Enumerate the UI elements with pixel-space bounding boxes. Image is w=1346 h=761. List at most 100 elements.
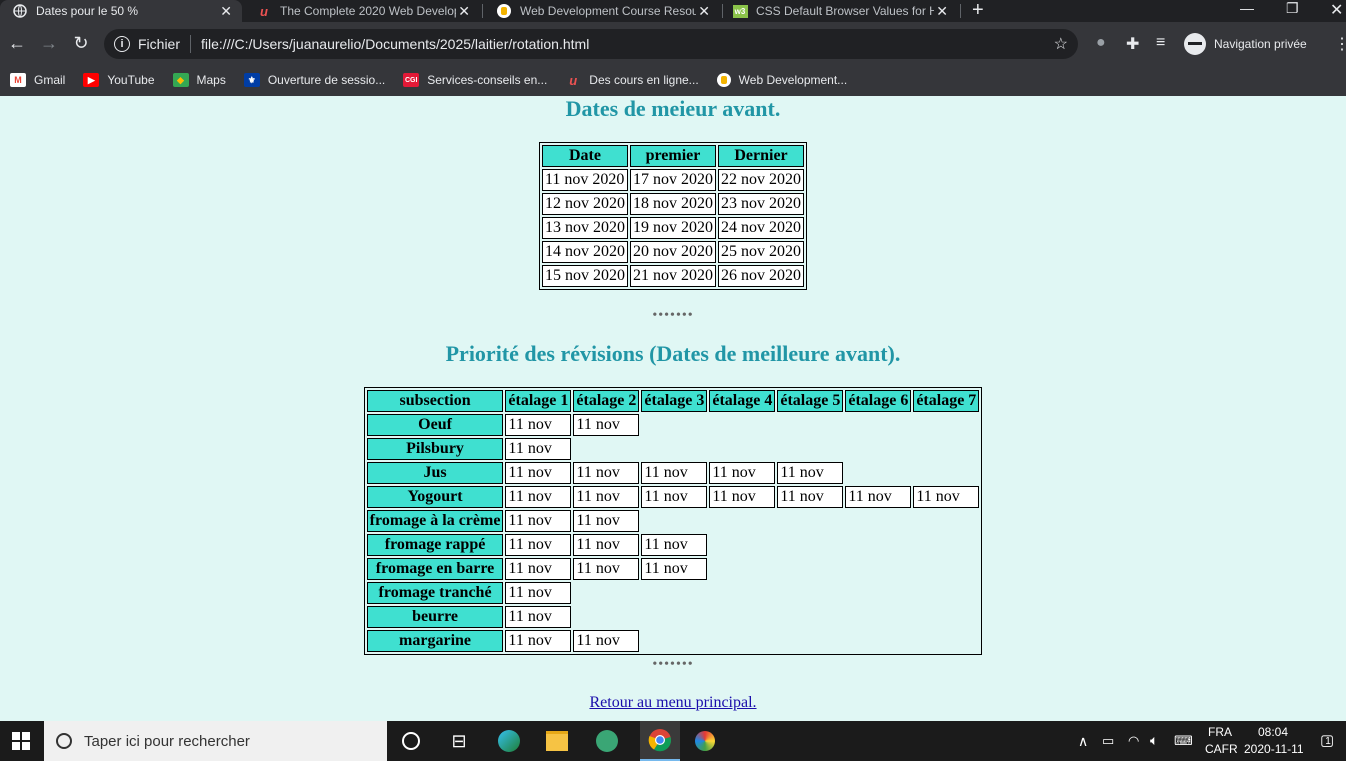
- table-row: 15 nov 2020 21 nov 2020 26 nov 2020: [542, 265, 804, 287]
- bookmark-ouverture[interactable]: ⚜ Ouverture de sessio...: [243, 73, 386, 87]
- empty-cell: [913, 534, 979, 556]
- bookmark-gmail[interactable]: M Gmail: [10, 73, 65, 87]
- empty-cell: [913, 510, 979, 532]
- table-cell: 15 nov 2020: [542, 265, 628, 287]
- language-bottom[interactable]: CAFR: [1205, 742, 1238, 756]
- language-top[interactable]: FRA: [1208, 725, 1232, 739]
- bookmark-youtube[interactable]: ▶ YouTube: [83, 73, 155, 87]
- close-icon[interactable]: ✕: [458, 3, 470, 20]
- row-header: fromage tranché: [366, 582, 504, 604]
- back-arrow-icon[interactable]: ←: [6, 32, 28, 54]
- bookmark-maps[interactable]: ◆ Maps: [172, 73, 226, 87]
- tab-dates[interactable]: Dates pour le 50 % ✕: [0, 0, 242, 22]
- table-cell: 11 nov: [505, 510, 572, 532]
- empty-cell: [845, 606, 911, 628]
- table-cell: 22 nov 2020: [718, 169, 804, 191]
- table-header-row: Date premier Dernier: [542, 145, 804, 167]
- back-to-menu-link[interactable]: Retour au menu principal.: [589, 694, 756, 711]
- appbrewery-icon: [716, 73, 731, 87]
- volume-icon[interactable]: 🔈︎: [1150, 732, 1158, 749]
- notification-icon[interactable]: ▢1: [1320, 731, 1340, 749]
- taskbar-search-box[interactable]: Taper ici pour rechercher: [44, 721, 387, 761]
- battery-icon[interactable]: ▭: [1102, 733, 1114, 749]
- table-row: fromage tranché 11 nov: [366, 582, 980, 604]
- close-icon[interactable]: ✕: [698, 3, 710, 20]
- tab-web-dev-resources[interactable]: Web Development Course Resou ✕: [484, 0, 720, 22]
- bookmark-services[interactable]: CGI Services-conseils en...: [403, 73, 547, 87]
- table-row: 12 nov 2020 18 nov 2020 23 nov 2020: [542, 193, 804, 215]
- empty-cell: [913, 606, 979, 628]
- table-cell: 20 nov 2020: [630, 241, 716, 263]
- puzzle-extensions-icon[interactable]: ✚: [1126, 34, 1139, 54]
- atom-icon[interactable]: [594, 728, 620, 754]
- media-queue-icon[interactable]: ≡: [1156, 34, 1165, 52]
- clock-date[interactable]: 2020-11-11: [1244, 742, 1304, 756]
- bookmark-cours[interactable]: u Des cours en ligne...: [565, 73, 698, 88]
- edge-icon[interactable]: [496, 728, 522, 754]
- windows-start-icon[interactable]: [8, 728, 34, 754]
- empty-cell: [845, 558, 911, 580]
- incognito-indicator[interactable]: Navigation privée: [1184, 31, 1307, 57]
- empty-cell: [709, 534, 775, 556]
- priorities-table: subsection étalage 1 étalage 2 étalage 3 éta…: [363, 387, 983, 655]
- close-icon[interactable]: ✕: [936, 3, 948, 20]
- udemy-icon: u: [260, 3, 268, 19]
- empty-cell: [573, 606, 639, 628]
- chrome-icon[interactable]: [640, 721, 680, 761]
- column-header: étalage 2: [573, 390, 640, 412]
- column-header: étalage 7: [913, 390, 980, 412]
- bookmark-star-icon[interactable]: ☆: [1054, 34, 1068, 54]
- task-view-icon[interactable]: ⊟: [446, 728, 472, 754]
- url-text[interactable]: file:///C:/Users/juanaurelio/Documents/2…: [201, 36, 589, 52]
- forward-arrow-icon[interactable]: →: [38, 32, 60, 54]
- empty-cell: [845, 462, 911, 484]
- close-icon[interactable]: ✕: [220, 3, 232, 20]
- menu-kebab-icon[interactable]: ⋮: [1334, 34, 1346, 54]
- cortana-circle-icon[interactable]: [398, 728, 424, 754]
- chevron-up-icon[interactable]: ∧: [1078, 733, 1088, 750]
- restore-icon[interactable]: ❐: [1286, 0, 1299, 17]
- table-header-row: subsection étalage 1 étalage 2 étalage 3 éta…: [366, 390, 980, 412]
- keyboard-icon[interactable]: ⌨: [1174, 733, 1193, 749]
- bookmark-web-dev[interactable]: Web Development...: [716, 73, 848, 87]
- window-close-icon[interactable]: ✕: [1330, 0, 1343, 20]
- empty-cell: [709, 510, 775, 532]
- info-icon[interactable]: i: [114, 36, 130, 52]
- reload-icon[interactable]: ↻: [70, 32, 92, 54]
- minimize-icon[interactable]: —: [1240, 0, 1254, 16]
- table-row: fromage à la crème 11 nov 11 nov: [366, 510, 980, 532]
- row-header: Pilsbury: [366, 438, 504, 460]
- column-header: étalage 5: [777, 390, 844, 412]
- maps-icon: ◆: [172, 73, 189, 87]
- tab-title: CSS Default Browser Values for H: [756, 4, 934, 18]
- bookmark-label: Ouverture de sessio...: [267, 73, 386, 87]
- empty-cell: [777, 438, 843, 460]
- table-row: beurre 11 nov: [366, 606, 980, 628]
- empty-cell: [709, 414, 775, 436]
- table-cell: 13 nov 2020: [542, 217, 628, 239]
- empty-cell: [777, 414, 843, 436]
- bookmarks-bar: M Gmail ▶ YouTube ◆ Maps ⚜ Ouverture de …: [0, 64, 1346, 96]
- table-cell: 11 nov: [709, 462, 776, 484]
- bookmark-label: Web Development...: [738, 73, 848, 87]
- paint-icon[interactable]: [692, 728, 718, 754]
- file-explorer-icon[interactable]: [544, 728, 570, 754]
- tab-css-default-values[interactable]: w3 CSS Default Browser Values for H ✕: [720, 0, 958, 22]
- tab-title: Web Development Course Resou: [520, 4, 696, 18]
- page-content: Dates de meieur avant. Date premier Dernie…: [0, 96, 1346, 721]
- empty-cell: [913, 558, 979, 580]
- dates-table: Date premier Dernier 11 nov 2020 17 nov 202…: [539, 142, 807, 290]
- extension-dot-icon[interactable]: ●: [1096, 34, 1106, 52]
- table-cell: 11 nov 2020: [542, 169, 628, 191]
- wifi-icon[interactable]: ◠: [1128, 733, 1139, 749]
- table-cell: 11 nov: [641, 462, 708, 484]
- table-cell: 11 nov: [505, 534, 572, 556]
- column-header: subsection: [366, 390, 504, 412]
- scheme-label: Fichier: [138, 36, 181, 52]
- youtube-icon: ▶: [83, 73, 100, 87]
- new-tab-plus-icon[interactable]: +: [972, 0, 984, 20]
- clock-time[interactable]: 08:04: [1258, 725, 1288, 739]
- empty-cell: [641, 630, 707, 652]
- address-bar[interactable]: i Fichier file:///C:/Users/juanaurelio/D…: [104, 29, 1078, 59]
- tab-complete-web-dev[interactable]: u The Complete 2020 Web Develop ✕: [244, 0, 480, 22]
